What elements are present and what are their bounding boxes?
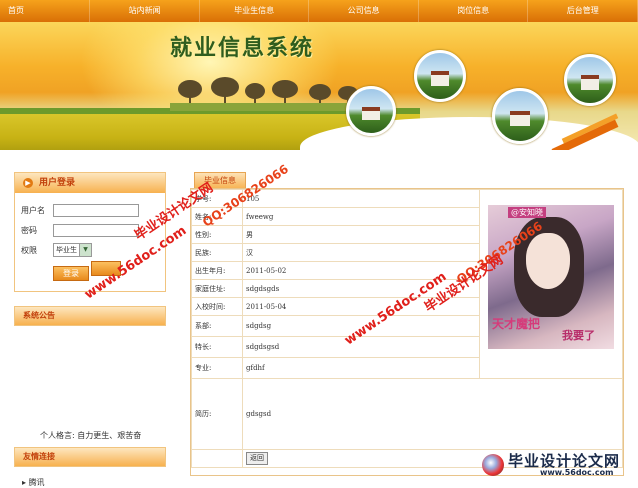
field-key: 入校时间: [191,297,243,316]
password-label: 密码 [21,225,37,235]
header-banner: 就业信息系统 [0,22,638,150]
nav-home[interactable]: 首页 [0,0,91,22]
banner-photo-1 [414,50,466,102]
field-value: 汉 [242,243,480,262]
chevron-down-icon[interactable]: ▼ [79,244,91,256]
empty-cell [191,449,243,468]
field-key: 专业: [191,357,243,379]
username-input[interactable] [53,203,139,217]
photo-caption-2: 我要了 [562,329,595,342]
arrow-right-icon: ▶ [23,178,33,188]
friend-links-list: ▸ 腾讯 [14,467,166,488]
photo-face [526,233,570,289]
field-key: 民族: [191,243,243,262]
personal-motto: 个人格言: 自力更生、艰苦奋 [40,431,142,440]
site-title: 就业信息系统 [170,35,315,61]
top-nav: 首页 站内新闻 毕业生信息 公司信息 岗位信息 后台管理 [0,0,638,22]
photo-logo: @安知晓 [508,207,546,218]
banner-photo-2 [564,54,616,106]
field-key: 系部: [191,315,243,337]
announcement-header: 系统公告 [14,306,166,326]
nav-companies[interactable]: 公司信息 [309,0,419,22]
field-value: fweewg [242,207,480,226]
role-select[interactable]: 毕业生 ▼ [53,243,92,257]
field-value: gfdhf [242,357,480,379]
photo-caption-1: 天才魔把 [492,317,541,331]
main-content: 毕业信息 学号: 105 @安知晓 天才魔把 我要了 姓名: fweewg 性别:… [180,172,624,476]
back-button[interactable]: 返回 [246,452,268,465]
table-row: 简历: gdsgsd [191,378,623,450]
field-value: gdsgsd [242,378,623,450]
graduate-info-table: 学号: 105 @安知晓 天才魔把 我要了 姓名: fweewg 性别: 男 民族:… [191,189,623,468]
student-photo: @安知晓 天才魔把 我要了 [488,205,614,349]
field-key: 家庭住址: [191,279,243,298]
friend-links-header: 友情连接 [14,447,166,467]
nav-news[interactable]: 站内新闻 [90,0,200,22]
graduate-info-panel: 学号: 105 @安知晓 天才魔把 我要了 姓名: fweewg 性别: 男 民族:… [190,188,624,476]
field-key: 简历: [191,378,243,450]
banner-photo-3 [346,86,396,136]
nav-positions[interactable]: 岗位信息 [419,0,529,22]
field-key: 出生年月: [191,261,243,280]
globe-icon [482,454,504,476]
login-header: ▶ 用户登录 [15,173,165,193]
field-value: 105 [242,189,480,208]
field-value: 男 [242,225,480,244]
login-button[interactable]: 登录 [53,266,89,281]
banner-trees [170,77,360,111]
nav-admin[interactable]: 后台管理 [528,0,638,22]
banner-photo-4 [492,88,548,144]
role-label: 权限 [21,245,37,255]
role-select-value: 毕业生 [56,246,77,254]
field-key: 性别: [191,225,243,244]
password-input[interactable] [53,223,139,237]
brand-logo: 毕业设计论文网 www.56doc.com [474,448,638,483]
username-label: 用户名 [21,205,45,215]
field-key: 特长: [191,336,243,358]
login-header-text: 用户登录 [39,178,76,188]
nav-graduates[interactable]: 毕业生信息 [200,0,310,22]
photo-cell: @安知晓 天才魔把 我要了 [479,189,623,379]
brand-url: www.56doc.com [540,468,614,477]
